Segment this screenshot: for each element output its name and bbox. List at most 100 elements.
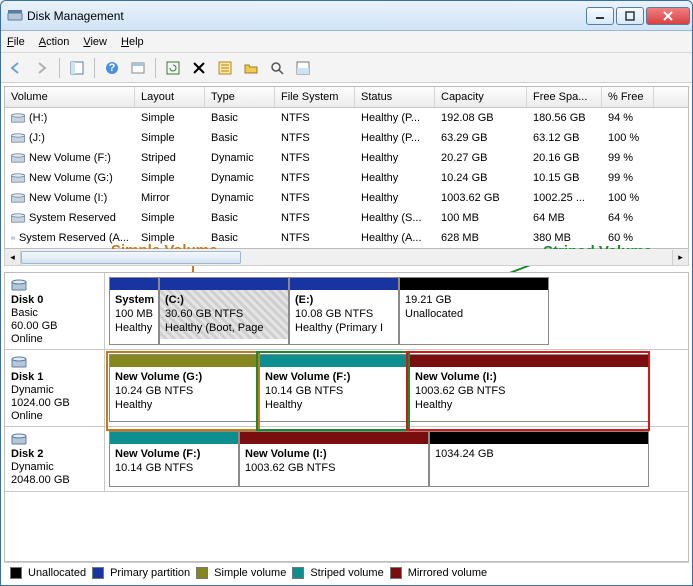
table-row[interactable]: System Reserved (A...SimpleBasicNTFSHeal… <box>5 228 688 248</box>
partition-color-bar <box>260 355 408 367</box>
cell: Healthy (S... <box>355 210 435 226</box>
cell: Simple <box>135 110 205 126</box>
cell: Basic <box>205 110 275 126</box>
close-button[interactable] <box>646 7 690 25</box>
cell: NTFS <box>275 190 355 206</box>
legend-label: Simple volume <box>214 567 286 579</box>
partition[interactable]: New Volume (I:)1003.62 GB NTFSHealthy <box>409 354 649 422</box>
partition-label: New Volume (F:)10.14 GB NTFSHealthy <box>260 367 408 416</box>
open-button[interactable] <box>240 57 262 79</box>
minimize-icon <box>595 11 605 21</box>
disk-name: Disk 1 <box>11 371 98 383</box>
app-icon <box>7 8 23 24</box>
legend-swatch <box>92 567 104 579</box>
table-row[interactable]: (H:)SimpleBasicNTFSHealthy (P...192.08 G… <box>5 108 688 128</box>
refresh-button[interactable] <box>162 57 184 79</box>
disk-info[interactable]: Disk 0Basic60.00 GBOnline <box>5 273 105 349</box>
back-button[interactable] <box>5 57 27 79</box>
column-header[interactable]: Type <box>205 87 275 107</box>
help-button[interactable]: ? <box>101 57 123 79</box>
maximize-icon <box>625 11 635 21</box>
partition[interactable]: New Volume (I:)1003.62 GB NTFS <box>239 431 429 487</box>
partition-color-bar <box>430 432 648 444</box>
partition[interactable]: 19.21 GBUnallocated <box>399 277 549 345</box>
disk-size: 2048.00 GB <box>11 474 98 486</box>
cell: NTFS <box>275 210 355 226</box>
column-header[interactable]: Status <box>355 87 435 107</box>
views-button[interactable] <box>292 57 314 79</box>
table-row[interactable]: New Volume (G:)SimpleDynamicNTFSHealthy1… <box>5 168 688 188</box>
cell: Dynamic <box>205 150 275 166</box>
cell: 380 MB <box>527 230 602 246</box>
cell: 64 MB <box>527 210 602 226</box>
cell: 192.08 GB <box>435 110 527 126</box>
disk-icon <box>11 354 27 370</box>
cell: NTFS <box>275 150 355 166</box>
scroll-thumb[interactable] <box>21 251 241 264</box>
window-title: Disk Management <box>27 9 586 23</box>
window-buttons <box>586 7 690 25</box>
pane-icon <box>70 61 84 75</box>
column-header[interactable]: Free Spa... <box>527 87 602 107</box>
column-header[interactable]: Capacity <box>435 87 527 107</box>
disk-size: 1024.00 GB <box>11 397 98 409</box>
horizontal-scrollbar[interactable]: ◂ ▸ <box>4 249 689 266</box>
settings-button[interactable] <box>127 57 149 79</box>
partition[interactable]: 1034.24 GB <box>429 431 649 487</box>
table-row[interactable]: New Volume (F:)StripedDynamicNTFSHealthy… <box>5 148 688 168</box>
disk-info[interactable]: Disk 2Dynamic2048.00 GB <box>5 427 105 491</box>
cell: Dynamic <box>205 170 275 186</box>
legend-swatch <box>292 567 304 579</box>
partition-label: (C:)30.60 GB NTFSHealthy (Boot, Page <box>160 290 288 339</box>
cell: New Volume (F:) <box>5 150 135 166</box>
table-row[interactable]: (J:)SimpleBasicNTFSHealthy (P...63.29 GB… <box>5 128 688 148</box>
column-header[interactable]: Layout <box>135 87 205 107</box>
forward-button[interactable] <box>31 57 53 79</box>
disk-row: Disk 0Basic60.00 GBOnlineSystem100 MBHea… <box>5 273 688 350</box>
menu-view[interactable]: View <box>83 36 107 48</box>
volume-icon <box>11 193 25 203</box>
find-button[interactable] <box>266 57 288 79</box>
delete-button[interactable] <box>188 57 210 79</box>
properties-button[interactable] <box>214 57 236 79</box>
cell: 64 % <box>602 210 654 226</box>
partition-label: New Volume (I:)1003.62 GB NTFSHealthy <box>410 367 648 416</box>
volume-icon <box>11 133 25 143</box>
partition[interactable]: New Volume (F:)10.14 GB NTFSHealthy <box>259 354 409 422</box>
search-icon <box>270 61 284 75</box>
partition[interactable]: (E:)10.08 GB NTFSHealthy (Primary I <box>289 277 399 345</box>
partition[interactable]: System100 MBHealthy <box>109 277 159 345</box>
scroll-right-button[interactable]: ▸ <box>672 250 688 265</box>
cell: Simple <box>135 170 205 186</box>
cell: NTFS <box>275 110 355 126</box>
column-header[interactable]: File System <box>275 87 355 107</box>
cell: 1002.25 ... <box>527 190 602 206</box>
disk-partitions: New Volume (F:)10.14 GB NTFSNew Volume (… <box>105 427 688 491</box>
cell: (H:) <box>5 110 135 126</box>
scroll-left-button[interactable]: ◂ <box>5 250 21 265</box>
legend-label: Primary partition <box>110 567 190 579</box>
disk-info[interactable]: Disk 1Dynamic1024.00 GBOnline <box>5 350 105 426</box>
cell: 10.15 GB <box>527 170 602 186</box>
window-frame: Disk Management File Action View Help ? … <box>0 0 693 586</box>
column-header[interactable]: Volume <box>5 87 135 107</box>
menu-action[interactable]: Action <box>39 36 70 48</box>
menu-help[interactable]: Help <box>121 36 144 48</box>
column-header[interactable]: % Free <box>602 87 654 107</box>
table-row[interactable]: System ReservedSimpleBasicNTFSHealthy (S… <box>5 208 688 228</box>
minimize-button[interactable] <box>586 7 614 25</box>
maximize-button[interactable] <box>616 7 644 25</box>
cell: Healthy <box>355 190 435 206</box>
toolbar: ? <box>1 53 692 83</box>
svg-text:?: ? <box>109 62 116 74</box>
console-tree-button[interactable] <box>66 57 88 79</box>
cell: 20.16 GB <box>527 150 602 166</box>
table-row[interactable]: New Volume (I:)MirrorDynamicNTFSHealthy1… <box>5 188 688 208</box>
partition[interactable]: New Volume (G:)10.24 GB NTFSHealthy <box>109 354 259 422</box>
titlebar[interactable]: Disk Management <box>1 1 692 31</box>
partition-color-bar <box>400 278 548 290</box>
partition-label: New Volume (I:)1003.62 GB NTFS <box>240 444 428 480</box>
menu-file[interactable]: File <box>7 36 25 48</box>
partition[interactable]: New Volume (F:)10.14 GB NTFS <box>109 431 239 487</box>
partition[interactable]: (C:)30.60 GB NTFSHealthy (Boot, Page <box>159 277 289 345</box>
